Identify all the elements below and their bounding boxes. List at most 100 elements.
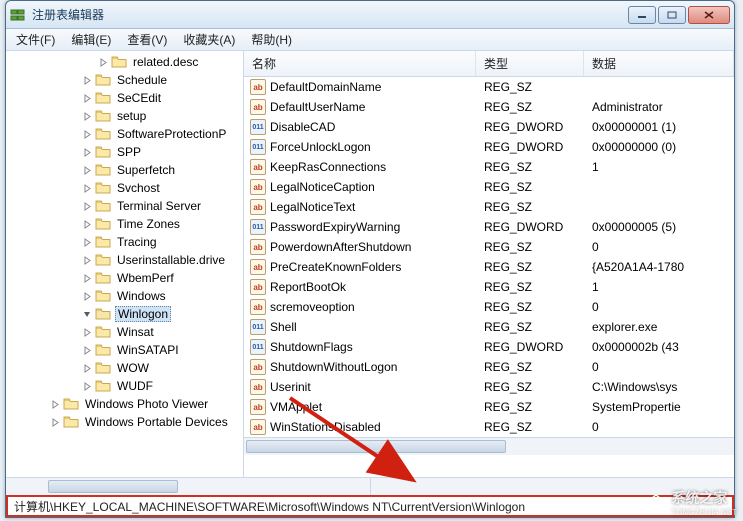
value-row[interactable]: abUserinitREG_SZC:\Windows\sys: [244, 377, 734, 397]
tree-item[interactable]: Userinstallable.drive: [6, 251, 243, 269]
expand-icon[interactable]: [82, 111, 93, 122]
expand-icon[interactable]: [50, 399, 61, 410]
value-row[interactable]: abReportBootOkREG_SZ1: [244, 277, 734, 297]
tree-item-label: Windows Portable Devices: [83, 415, 230, 429]
tree-item[interactable]: WOW: [6, 359, 243, 377]
header-data[interactable]: 数据: [584, 51, 734, 76]
menu-edit[interactable]: 编辑(E): [65, 29, 117, 50]
folder-icon: [95, 91, 111, 105]
tree-item[interactable]: Winlogon: [6, 305, 243, 323]
menu-file[interactable]: 文件(F): [10, 29, 61, 50]
expand-icon[interactable]: [82, 381, 93, 392]
value-row[interactable]: abWinStationsDisabledREG_SZ0: [244, 417, 734, 437]
value-row[interactable]: 011ForceUnlockLogonREG_DWORD0x00000000 (…: [244, 137, 734, 157]
value-row[interactable]: abLegalNoticeTextREG_SZ: [244, 197, 734, 217]
header-name[interactable]: 名称: [244, 51, 476, 76]
expand-icon[interactable]: [82, 237, 93, 248]
titlebar[interactable]: 注册表编辑器: [6, 1, 734, 29]
expand-icon[interactable]: [82, 129, 93, 140]
value-data: 1: [584, 160, 734, 174]
folder-icon: [95, 271, 111, 285]
tree-item[interactable]: SoftwareProtectionP: [6, 125, 243, 143]
expand-icon[interactable]: [82, 327, 93, 338]
expand-icon[interactable]: [82, 93, 93, 104]
tree-item-label: Userinstallable.drive: [115, 253, 227, 267]
list-hscrollbar[interactable]: [244, 437, 734, 455]
value-row[interactable]: abscremoveoptionREG_SZ0: [244, 297, 734, 317]
tree-panel[interactable]: related.desc ScheduleSeCEditsetupSoftware…: [6, 51, 244, 477]
tree-item[interactable]: setup: [6, 107, 243, 125]
folder-icon: [63, 397, 79, 411]
string-value-icon: ab: [250, 359, 266, 375]
value-data: 0: [584, 240, 734, 254]
expand-icon[interactable]: [82, 201, 93, 212]
tree-item[interactable]: WbemPerf: [6, 269, 243, 287]
maximize-button[interactable]: [658, 6, 686, 24]
string-value-icon: ab: [250, 79, 266, 95]
tree-item[interactable]: Windows Photo Viewer: [6, 395, 243, 413]
value-row[interactable]: abDefaultUserNameREG_SZAdministrator: [244, 97, 734, 117]
tree-item[interactable]: Superfetch: [6, 161, 243, 179]
tree-item-label: Time Zones: [115, 217, 182, 231]
tree-item[interactable]: Tracing: [6, 233, 243, 251]
string-value-icon: ab: [250, 239, 266, 255]
value-row[interactable]: abShutdownWithoutLogonREG_SZ0: [244, 357, 734, 377]
tree-item[interactable]: Terminal Server: [6, 197, 243, 215]
tree-item[interactable]: Windows Portable Devices: [6, 413, 243, 431]
expand-icon[interactable]: [82, 147, 93, 158]
value-row[interactable]: 011ShutdownFlagsREG_DWORD0x0000002b (43: [244, 337, 734, 357]
value-row[interactable]: abVMAppletREG_SZSystemPropertie: [244, 397, 734, 417]
expand-icon[interactable]: [82, 75, 93, 86]
value-data: {A520A1A4-1780: [584, 260, 734, 274]
tree-item[interactable]: Schedule: [6, 71, 243, 89]
tree-item[interactable]: SPP: [6, 143, 243, 161]
value-row[interactable]: abLegalNoticeCaptionREG_SZ: [244, 177, 734, 197]
tree-item-label: Superfetch: [115, 163, 177, 177]
expand-icon[interactable]: [82, 219, 93, 230]
folder-icon: [95, 181, 111, 195]
expand-icon[interactable]: [82, 273, 93, 284]
tree-item[interactable]: WUDF: [6, 377, 243, 395]
tree-item-label: Terminal Server: [115, 199, 203, 213]
values-panel[interactable]: 名称 类型 数据 abDefaultDomainNameREG_SZabDefa…: [244, 51, 734, 477]
expand-icon[interactable]: [82, 255, 93, 266]
header-type[interactable]: 类型: [476, 51, 584, 76]
close-button[interactable]: [688, 6, 730, 24]
tree-item[interactable]: WinSATAPI: [6, 341, 243, 359]
expand-icon[interactable]: [82, 309, 93, 320]
expand-icon[interactable]: [82, 345, 93, 356]
expand-icon[interactable]: [82, 291, 93, 302]
expand-icon[interactable]: [50, 417, 61, 428]
tree-hscrollbar[interactable]: [6, 477, 734, 495]
tree-item[interactable]: related.desc: [6, 53, 243, 71]
value-row[interactable]: abPreCreateKnownFoldersREG_SZ{A520A1A4-1…: [244, 257, 734, 277]
tree-item-label: related.desc: [131, 55, 200, 69]
tree-item[interactable]: Windows: [6, 287, 243, 305]
value-type: REG_DWORD: [476, 120, 584, 134]
value-type: REG_SZ: [476, 380, 584, 394]
menu-favorites[interactable]: 收藏夹(A): [177, 29, 241, 50]
tree-item[interactable]: Svchost: [6, 179, 243, 197]
value-row[interactable]: 011PasswordExpiryWarningREG_DWORD0x00000…: [244, 217, 734, 237]
expand-icon[interactable]: [82, 183, 93, 194]
value-row[interactable]: 011DisableCADREG_DWORD0x00000001 (1): [244, 117, 734, 137]
value-row[interactable]: 011ShellREG_SZexplorer.exe: [244, 317, 734, 337]
value-row[interactable]: abKeepRasConnectionsREG_SZ1: [244, 157, 734, 177]
tree-item[interactable]: Time Zones: [6, 215, 243, 233]
expand-icon[interactable]: [82, 165, 93, 176]
minimize-button[interactable]: [628, 6, 656, 24]
menu-help[interactable]: 帮助(H): [245, 29, 298, 50]
value-name: KeepRasConnections: [270, 160, 386, 174]
value-row[interactable]: abPowerdownAfterShutdownREG_SZ0: [244, 237, 734, 257]
value-data: 0: [584, 360, 734, 374]
expand-icon[interactable]: [82, 363, 93, 374]
tree-item[interactable]: SeCEdit: [6, 89, 243, 107]
tree-item[interactable]: Winsat: [6, 323, 243, 341]
value-row[interactable]: abDefaultDomainNameREG_SZ: [244, 77, 734, 97]
menu-view[interactable]: 查看(V): [121, 29, 173, 50]
content-body: related.desc ScheduleSeCEditsetupSoftware…: [6, 51, 734, 477]
list-header: 名称 类型 数据: [244, 51, 734, 77]
value-data: 1: [584, 280, 734, 294]
expand-icon[interactable]: [98, 57, 109, 68]
value-data: 0x0000002b (43: [584, 340, 734, 354]
